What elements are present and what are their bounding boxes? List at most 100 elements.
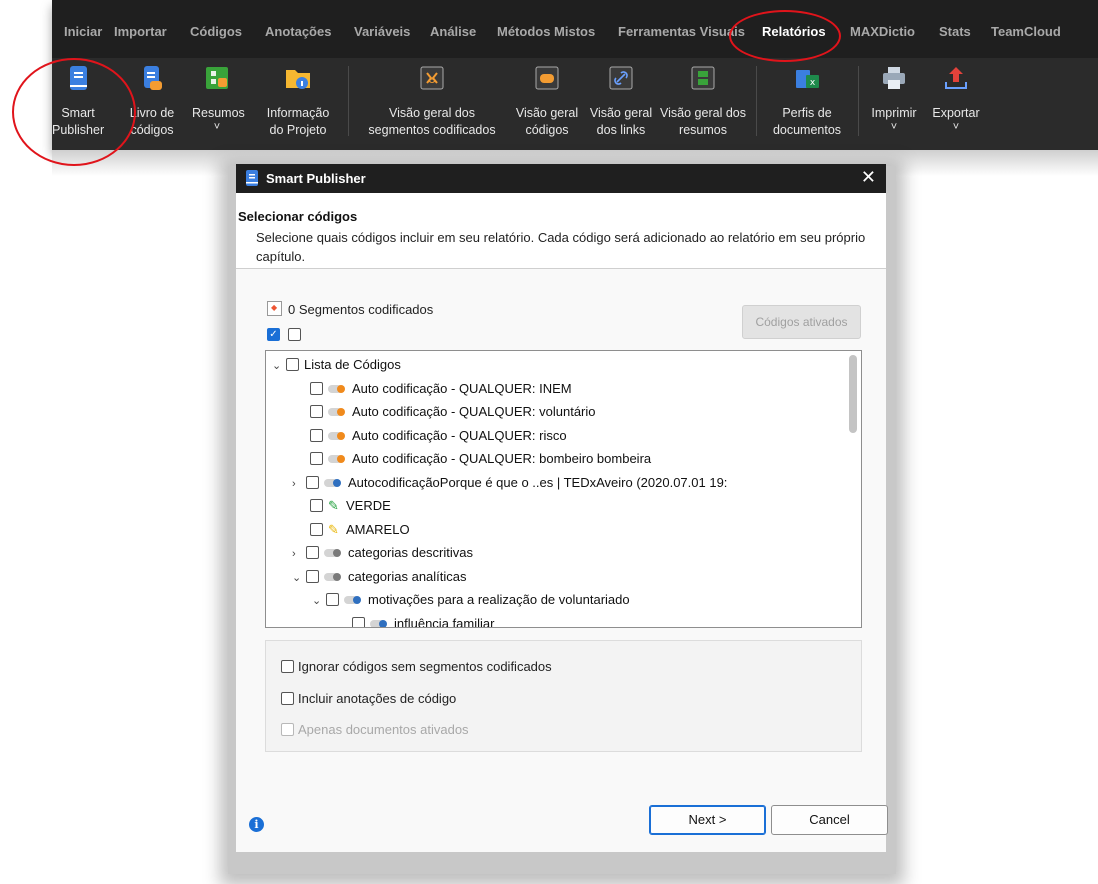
tree-item[interactable]: › categorias descritivas — [292, 542, 473, 564]
summaries-overview-button[interactable]: Visão geral dos resumos — [656, 58, 750, 148]
tree-item-label: Auto codificação - QUALQUER: INEM — [352, 380, 572, 396]
select-all-checkbox[interactable]: ✓ — [267, 328, 280, 341]
menu-teamcloud[interactable]: TeamCloud — [991, 24, 1061, 39]
tree-item[interactable]: Auto codificação - QUALQUER: risco — [310, 425, 567, 447]
menu-importar[interactable]: Importar — [114, 24, 167, 39]
tree-item-checkbox[interactable] — [310, 381, 323, 395]
tree-item-label: categorias descritivas — [348, 545, 473, 560]
include-code-memos-checkbox[interactable] — [281, 692, 294, 705]
tree-item[interactable]: ⌄ categorias analíticas — [292, 566, 467, 588]
codes-overview-icon — [535, 66, 559, 90]
dialog-titlebar[interactable]: Smart Publisher ✕ — [236, 164, 886, 193]
project-info-label-2: do Projeto — [269, 123, 327, 137]
option-label: Incluir anotações de código — [298, 691, 457, 706]
tree-item-checkbox[interactable] — [310, 405, 323, 418]
tree-item-checkbox[interactable] — [310, 499, 323, 512]
tree-item[interactable]: Auto codificação - QUALQUER: INEM — [310, 378, 572, 400]
tree-item[interactable]: ✎ AMARELO — [310, 519, 410, 541]
code-icon — [328, 384, 348, 394]
tree-item-checkbox[interactable] — [310, 522, 323, 536]
links-overview-label-2: dos links — [596, 123, 646, 137]
export-label: Exportar — [932, 106, 980, 120]
code-icon — [344, 595, 364, 605]
coded-segments-count: ◆ 0 Segmentos codificados — [267, 301, 433, 317]
menu-maxdictio[interactable]: MAXDictio — [850, 24, 915, 39]
chevron-down-icon[interactable]: ⌄ — [272, 355, 286, 377]
next-button[interactable]: Next > — [649, 805, 766, 835]
tree-item-checkbox[interactable] — [310, 452, 323, 465]
summaries-label: Resumos — [192, 106, 245, 120]
print-dropdown-icon: ˅ — [890, 121, 898, 133]
tree-item-checkbox[interactable] — [306, 546, 319, 559]
document-profiles-button[interactable]: x Perfis de documentos — [764, 58, 850, 148]
tree-item[interactable]: ✎ VERDE — [310, 495, 391, 517]
code-icon — [324, 478, 344, 488]
menu-metodos-mistos[interactable]: Métodos Mistos — [497, 24, 595, 39]
ignore-empty-codes-checkbox[interactable] — [281, 660, 294, 673]
codes-overview-label-1: Visão geral — [515, 106, 579, 120]
links-overview-button[interactable]: Visão geral dos links — [586, 58, 656, 148]
dialog-header: Selecionar códigos Selecione quais códig… — [236, 193, 886, 269]
print-button[interactable]: Imprimir ˅ — [866, 58, 922, 148]
code-icon — [324, 572, 344, 582]
tree-item[interactable]: › AutocodificaçãoPorque é que o ..es | TE… — [292, 472, 727, 494]
tree-item-checkbox[interactable] — [306, 475, 319, 489]
code-tree[interactable]: ⌄ Lista de Códigos Auto codificação - QUAL… — [265, 350, 862, 628]
chevron-down-icon[interactable]: ⌄ — [312, 590, 326, 612]
summaries-overview-label-2: resumos — [679, 123, 727, 137]
tree-item-checkbox[interactable] — [286, 358, 299, 371]
code-icon — [324, 548, 344, 558]
tree-item[interactable]: Auto codificação - QUALQUER: voluntário — [310, 401, 596, 423]
yellow-highlighter-icon: ✎ — [328, 521, 339, 537]
tree-item[interactable]: ⌄ Lista de Códigos — [272, 354, 401, 376]
coded-segments-label-1: Visão geral dos — [389, 106, 475, 120]
menu-analise[interactable]: Análise — [430, 24, 476, 39]
print-label: Imprimir — [871, 106, 917, 120]
tree-item[interactable]: Auto codificação - QUALQUER: bombeiro bo… — [310, 448, 651, 470]
chevron-down-icon[interactable]: ⌄ — [292, 567, 306, 589]
summaries-button[interactable]: Resumos ˅ — [192, 58, 245, 148]
summaries-dropdown-icon: ˅ — [213, 121, 221, 133]
option-label: Ignorar códigos sem segmentos codificado… — [298, 659, 552, 674]
info-icon[interactable]: i — [249, 817, 264, 832]
option-ignore-empty-codes[interactable]: Ignorar códigos sem segmentos codificado… — [281, 659, 552, 674]
close-icon[interactable]: ✕ — [861, 167, 876, 188]
menu-stats[interactable]: Stats — [939, 24, 971, 39]
summaries-icon — [206, 67, 228, 89]
code-icon — [328, 454, 348, 464]
codebook-label-2: códigos — [130, 123, 174, 137]
project-info-button[interactable]: Informação do Projeto — [258, 58, 338, 148]
chevron-right-icon[interactable]: › — [292, 543, 306, 565]
tree-item-checkbox[interactable] — [306, 569, 319, 583]
print-icon — [883, 67, 905, 89]
tree-item[interactable]: influência familiar — [352, 613, 494, 627]
cancel-button[interactable]: Cancel — [771, 805, 888, 835]
ribbon-separator — [348, 66, 349, 136]
document-profiles-label-1: Perfis de — [782, 106, 832, 120]
ribbon-separator — [756, 66, 757, 136]
tree-item[interactable]: ⌄ motivações para a realização de volunta… — [312, 589, 630, 611]
tree-item-checkbox[interactable] — [310, 428, 323, 442]
green-highlighter-icon: ✎ — [328, 498, 339, 513]
menu-variaveis[interactable]: Variáveis — [354, 24, 410, 39]
tree-item-checkbox[interactable] — [326, 593, 339, 606]
coded-segments-overview-button[interactable]: ⴰ Visão geral dos segmentos codificados — [362, 58, 502, 148]
tree-item-label: Auto codificação - QUALQUER: voluntário — [352, 404, 596, 419]
deselect-all-checkbox[interactable] — [288, 328, 301, 341]
activated-documents-only-checkbox — [281, 723, 294, 736]
menu-codigos[interactable]: Códigos — [190, 24, 242, 39]
activated-codes-button[interactable]: Códigos ativados — [742, 305, 861, 339]
export-button[interactable]: Exportar ˅ — [928, 58, 984, 148]
menu-iniciar[interactable]: Iniciar — [64, 24, 102, 39]
tree-scrollbar-thumb[interactable] — [849, 355, 857, 433]
export-icon — [945, 67, 967, 89]
menu-ferramentas-visuais[interactable]: Ferramentas Visuais — [618, 24, 745, 39]
option-include-code-memos[interactable]: Incluir anotações de código — [281, 691, 456, 706]
chevron-right-icon[interactable]: › — [292, 473, 306, 495]
options-panel: Ignorar códigos sem segmentos codificado… — [265, 640, 862, 752]
codes-overview-label-2: códigos — [525, 123, 569, 137]
tree-item-checkbox[interactable] — [352, 616, 365, 627]
codes-overview-button[interactable]: Visão geral códigos — [510, 58, 584, 148]
section-title: Selecionar códigos — [238, 209, 358, 224]
menu-anotacoes[interactable]: Anotações — [265, 24, 331, 39]
